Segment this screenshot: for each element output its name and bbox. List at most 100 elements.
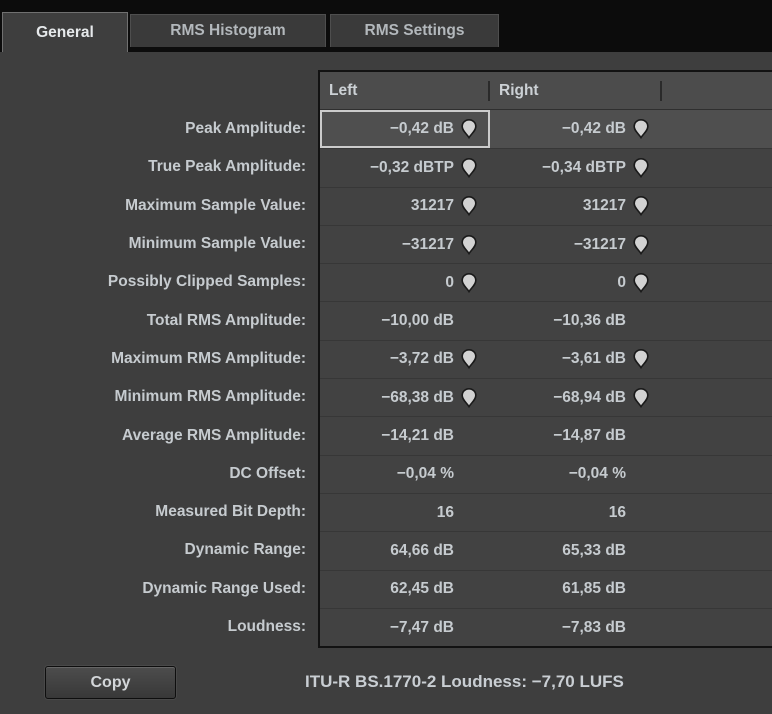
value-left: −68,38 dB [381,388,454,406]
marker-pin-icon[interactable] [460,540,477,561]
value-left: −0,04 % [396,465,454,483]
marker-pin-icon[interactable] [460,349,477,370]
value-left: 62,45 dB [390,580,454,598]
cell-right[interactable]: −68,94 dB [490,379,662,416]
cell-left[interactable]: 31217 [320,188,490,225]
cell-right[interactable]: −0,42 dB [490,110,662,148]
marker-pin-icon[interactable] [460,311,477,332]
marker-pin-icon[interactable] [632,119,649,140]
cell-left[interactable]: 0 [320,264,490,301]
marker-pin-icon[interactable] [632,272,649,293]
marker-pin-icon[interactable] [460,502,477,523]
cell-left[interactable]: 64,66 dB [320,532,490,569]
marker-pin-icon[interactable] [632,540,649,561]
cell-left[interactable]: −10,00 dB [320,302,490,339]
value-right: 65,33 dB [562,541,626,559]
marker-pin-icon[interactable] [460,426,477,447]
cell-right[interactable]: 16 [490,494,662,531]
cell-left[interactable]: −0,32 dBTP [320,149,490,186]
table-row: −14,21 dB −14,87 dB [320,416,772,455]
cell-right[interactable]: 31217 [490,188,662,225]
row-label: DC Offset: [229,464,306,482]
value-left: −0,42 dB [389,120,454,138]
cell-spacer [662,188,772,225]
cell-right[interactable]: −3,61 dB [490,341,662,378]
cell-left[interactable]: −3,72 dB [320,341,490,378]
tab-bar: General RMS Histogram RMS Settings [0,0,772,52]
table-row: −0,32 dBTP −0,34 dBTP [320,148,772,187]
value-right: 16 [608,503,626,521]
marker-pin-icon[interactable] [460,387,477,408]
table-row: −0,04 % −0,04 % [320,454,772,493]
cell-right[interactable]: 65,33 dB [490,532,662,569]
cell-right[interactable]: −31217 [490,226,662,263]
cell-left[interactable]: −68,38 dB [320,379,490,416]
table-body: −0,42 dB −0,42 dB −0,32 dBTP −0,34 dBTP … [320,110,772,647]
marker-pin-icon[interactable] [460,579,477,600]
table-row: 31217 31217 [320,186,772,225]
cell-spacer [662,417,772,454]
marker-pin-icon[interactable] [460,617,477,638]
marker-pin-icon[interactable] [632,464,649,485]
cell-left[interactable]: −14,21 dB [320,417,490,454]
value-left: −14,21 dB [381,427,454,445]
cell-spacer [662,341,772,378]
tab-rms-settings[interactable]: RMS Settings [330,14,499,47]
copy-button[interactable]: Copy [45,666,176,699]
cell-left[interactable]: −31217 [320,226,490,263]
tab-general[interactable]: General [2,12,128,52]
marker-pin-icon[interactable] [632,617,649,638]
cell-left[interactable]: −0,42 dB [320,110,490,148]
marker-pin-icon[interactable] [632,426,649,447]
column-separator [660,81,662,101]
cell-right[interactable]: 61,85 dB [490,571,662,608]
cell-spacer [662,149,772,186]
value-left: 64,66 dB [390,541,454,559]
cell-right[interactable]: −0,04 % [490,456,662,493]
tab-rms-histogram[interactable]: RMS Histogram [130,14,326,47]
value-right: −31217 [573,235,626,253]
cell-right[interactable]: −10,36 dB [490,302,662,339]
stats-table: Left Right −0,42 dB −0,42 dB −0,32 dBTP … [318,70,772,649]
value-right: −0,34 dBTP [542,158,626,176]
marker-pin-icon[interactable] [460,196,477,217]
cell-left[interactable]: −7,47 dB [320,609,490,646]
table-row: −68,38 dB −68,94 dB [320,378,772,417]
value-right: −10,36 dB [553,312,626,330]
cell-left[interactable]: 62,45 dB [320,571,490,608]
cell-left[interactable]: 16 [320,494,490,531]
cell-spacer [662,532,772,569]
value-left: −3,72 dB [389,350,454,368]
cell-left[interactable]: −0,04 % [320,456,490,493]
marker-pin-icon[interactable] [460,234,477,255]
table-row: 16 16 [320,492,772,532]
marker-pin-icon[interactable] [632,579,649,600]
value-left: −7,47 dB [389,618,454,636]
marker-pin-icon[interactable] [632,157,649,178]
row-label: Peak Amplitude: [185,120,306,138]
marker-pin-icon[interactable] [632,387,649,408]
cell-right[interactable]: −7,83 dB [490,609,662,646]
marker-pin-icon[interactable] [460,464,477,485]
value-left: 31217 [410,197,454,215]
table-row: 0 0 [320,263,772,302]
cell-spacer [662,302,772,339]
marker-pin-icon[interactable] [632,349,649,370]
value-left: −0,32 dBTP [370,158,454,176]
row-label: Average RMS Amplitude: [121,426,306,444]
cell-right[interactable]: 0 [490,264,662,301]
marker-pin-icon[interactable] [632,196,649,217]
cell-right[interactable]: −0,34 dBTP [490,149,662,186]
marker-pin-icon[interactable] [632,311,649,332]
row-labels-column: Peak Amplitude: True Peak Amplitude: Max… [0,110,306,646]
row-label: Maximum RMS Amplitude: [111,349,306,367]
value-right: −0,42 dB [561,120,626,138]
marker-pin-icon[interactable] [632,234,649,255]
marker-pin-icon[interactable] [632,502,649,523]
table-row: 64,66 dB 65,33 dB [320,531,772,570]
value-right: −3,61 dB [561,350,626,368]
marker-pin-icon[interactable] [460,272,477,293]
marker-pin-icon[interactable] [460,119,477,140]
cell-right[interactable]: −14,87 dB [490,417,662,454]
marker-pin-icon[interactable] [460,157,477,178]
